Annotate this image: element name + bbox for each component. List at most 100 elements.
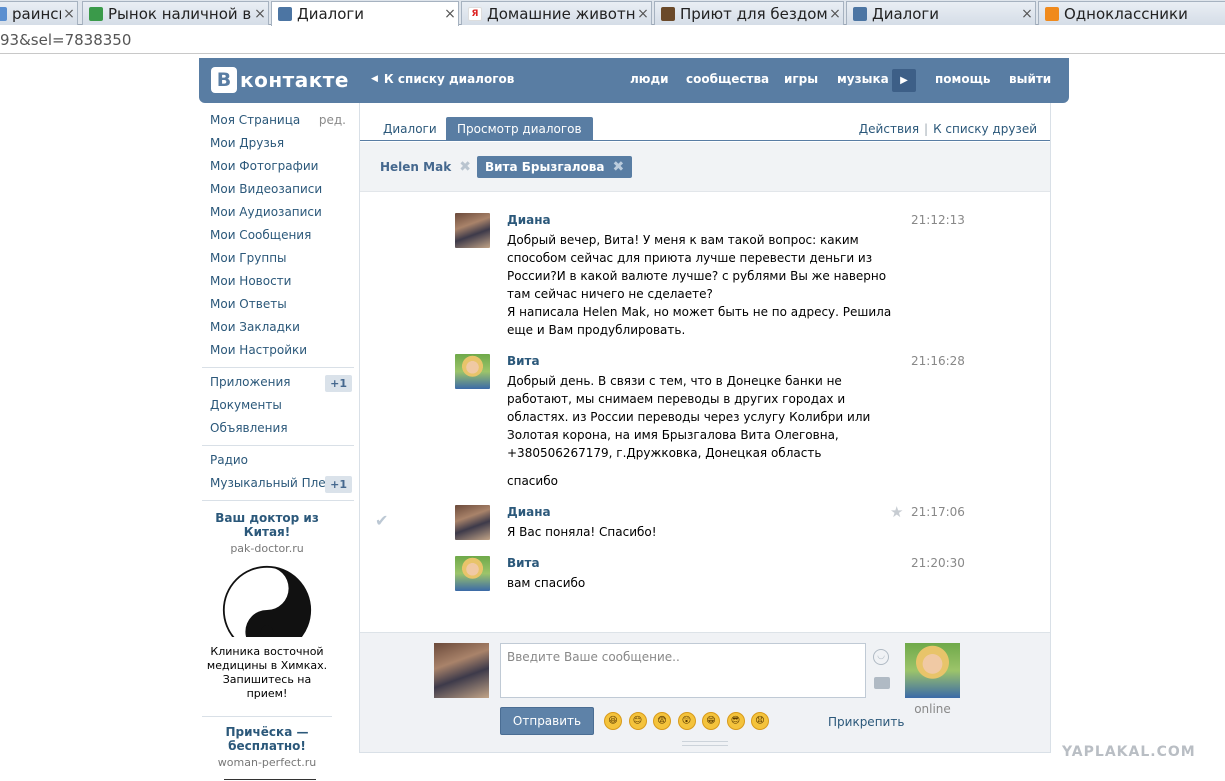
nav-help[interactable]: помощь xyxy=(935,72,990,86)
message-author[interactable]: Вита xyxy=(507,556,540,570)
ad-block[interactable]: Ваш доктор из Китая! pak-doctor.ru Клини… xyxy=(202,511,332,701)
ad-title[interactable]: Причёска — бесплатно! xyxy=(202,725,332,753)
arrow-left-icon: ◀ xyxy=(371,74,378,84)
emoji-laughing-icon[interactable]: 😆 xyxy=(604,712,622,730)
emoji-astonished-icon[interactable]: 😲 xyxy=(677,712,696,730)
tab-title: Диалоги xyxy=(297,5,365,23)
nav-communities[interactable]: сообщества xyxy=(686,72,769,86)
menu-my-groups[interactable]: Мои Группы xyxy=(202,248,354,271)
nav-music[interactable]: музыка xyxy=(837,72,889,86)
player-counter-badge[interactable]: +1 xyxy=(325,476,352,493)
message-body: Добрый день. В связи с тем, что в Донецк… xyxy=(507,372,897,490)
tab-title: раинск xyxy=(12,4,61,23)
nav-people[interactable]: люди xyxy=(630,72,669,86)
read-check-icon[interactable]: ✔ xyxy=(375,511,388,530)
nav-games[interactable]: игры xyxy=(784,72,818,86)
my-avatar[interactable] xyxy=(434,643,489,698)
message-body: Добрый вечер, Вита! У меня к вам такой в… xyxy=(507,231,897,339)
friends-list-link[interactable]: К списку друзей xyxy=(933,122,1037,136)
avatar[interactable] xyxy=(455,213,490,248)
resize-grip[interactable] xyxy=(682,741,728,746)
menu-my-bookmarks[interactable]: Мои Закладки xyxy=(202,317,354,340)
menu-apps[interactable]: Приложения +1 xyxy=(202,372,354,395)
peer-name: Вита Брызгалова xyxy=(485,160,605,174)
emoji-anguished-icon[interactable]: 😧 xyxy=(751,712,769,730)
emoji-fear-icon[interactable]: 😨 xyxy=(653,712,671,730)
nav-logout[interactable]: выйти xyxy=(1009,72,1051,86)
emoji-bar: 😆 😊 😨 😲 😁 😎 😧 xyxy=(604,712,776,730)
message-author[interactable]: Вита xyxy=(507,354,540,368)
yin-yang-image[interactable] xyxy=(222,565,312,637)
actions-link[interactable]: Действия xyxy=(859,122,919,136)
menu-my-news[interactable]: Мои Новости xyxy=(202,271,354,294)
remove-peer-icon[interactable]: ✖ xyxy=(612,156,624,178)
remove-peer-icon[interactable]: ✖ xyxy=(459,156,471,178)
vk-logo-letter: В xyxy=(211,67,237,93)
peer-chip[interactable]: Helen Mak ✖ xyxy=(372,156,479,178)
send-button[interactable]: Отправить xyxy=(500,707,594,735)
star-icon[interactable]: ★ xyxy=(890,503,903,521)
edit-link[interactable]: ред. xyxy=(319,110,346,131)
browser-tab[interactable]: Рынок наличной ва × xyxy=(82,1,269,25)
menu-divider xyxy=(202,500,354,501)
ad-block[interactable]: Причёска — бесплатно! woman-perfect.ru xyxy=(202,725,332,769)
message-body: вам спасибо xyxy=(507,574,897,592)
vk-favicon-icon xyxy=(278,7,292,21)
link-separator: | xyxy=(924,122,929,136)
message-input[interactable]: Введите Ваше сообщение.. xyxy=(500,643,866,698)
menu-ads[interactable]: Объявления xyxy=(202,418,354,441)
apps-counter-badge[interactable]: +1 xyxy=(325,375,352,392)
attach-link[interactable]: Прикрепить xyxy=(828,715,904,729)
menu-radio[interactable]: Радио xyxy=(202,450,354,473)
peer-chip-selected[interactable]: Вита Брызгалова ✖ xyxy=(477,156,633,178)
browser-tab[interactable]: Одноклассники xyxy=(1038,1,1225,25)
smiley-icon[interactable]: ◡ xyxy=(873,649,889,665)
close-tab-icon[interactable]: × xyxy=(442,6,458,22)
browser-tab[interactable]: Диалоги × xyxy=(846,1,1036,25)
avatar[interactable] xyxy=(455,505,490,540)
close-tab-icon[interactable]: × xyxy=(635,6,651,22)
dialog-actions: Действия | К списку друзей xyxy=(859,122,1037,136)
camera-icon[interactable] xyxy=(874,677,890,689)
menu-my-answers[interactable]: Мои Ответы xyxy=(202,294,354,317)
tab-title: Домашние животны xyxy=(487,4,635,23)
emoji-smile-icon[interactable]: 😊 xyxy=(628,712,647,730)
browser-tab[interactable]: Я Домашние животны × xyxy=(461,1,652,25)
browser-tab-active[interactable]: Диалоги × xyxy=(271,1,459,26)
ad-title[interactable]: Ваш доктор из Китая! xyxy=(202,511,332,539)
address-bar[interactable]: 93&sel=7838350 xyxy=(0,26,1225,54)
menu-my-friends[interactable]: Мои Друзья xyxy=(202,133,354,156)
message-text: Я написала Helen Mak, но может быть не п… xyxy=(507,305,892,337)
close-tab-icon[interactable]: × xyxy=(252,6,268,22)
page-favicon-icon xyxy=(661,6,675,21)
message-author[interactable]: Диана xyxy=(507,505,551,519)
menu-my-messages[interactable]: Мои Сообщения xyxy=(202,225,354,248)
tab-title: Рынок наличной ва xyxy=(108,4,252,23)
menu-label: Приложения xyxy=(210,375,291,389)
odnoklassniki-favicon-icon xyxy=(1045,6,1059,21)
emoji-grin-icon[interactable]: 😁 xyxy=(702,712,720,730)
tab-view-dialogs[interactable]: Просмотр диалогов xyxy=(446,117,593,141)
menu-my-audio[interactable]: Мои Аудиозаписи xyxy=(202,202,354,225)
close-tab-icon[interactable]: × xyxy=(1019,6,1035,22)
vk-logo[interactable]: В контакте xyxy=(211,67,349,93)
menu-music-player[interactable]: Музыкальный Плеер +1 xyxy=(202,473,354,496)
peer-avatar[interactable] xyxy=(905,643,960,698)
music-play-icon[interactable]: ▶ xyxy=(892,69,916,92)
back-to-dialogs-link[interactable]: ◀ К списку диалогов xyxy=(371,72,514,86)
browser-tab[interactable]: раинск × xyxy=(0,1,78,25)
tab-dialogs[interactable]: Диалоги xyxy=(372,117,448,141)
emoji-sunglasses-icon[interactable]: 😎 xyxy=(726,712,745,730)
close-tab-icon[interactable]: × xyxy=(827,6,843,22)
tab-title: Одноклассники xyxy=(1064,4,1188,23)
avatar[interactable] xyxy=(455,354,490,389)
menu-documents[interactable]: Документы xyxy=(202,395,354,418)
close-tab-icon[interactable]: × xyxy=(61,6,77,22)
menu-my-page[interactable]: Моя Страница ред. xyxy=(202,110,354,133)
menu-my-settings[interactable]: Мои Настройки xyxy=(202,340,354,363)
menu-my-photos[interactable]: Мои Фотографии xyxy=(202,156,354,179)
avatar[interactable] xyxy=(455,556,490,591)
menu-my-videos[interactable]: Мои Видеозаписи xyxy=(202,179,354,202)
message-author[interactable]: Диана xyxy=(507,213,551,227)
browser-tab[interactable]: Приют для бездомн × xyxy=(654,1,844,25)
